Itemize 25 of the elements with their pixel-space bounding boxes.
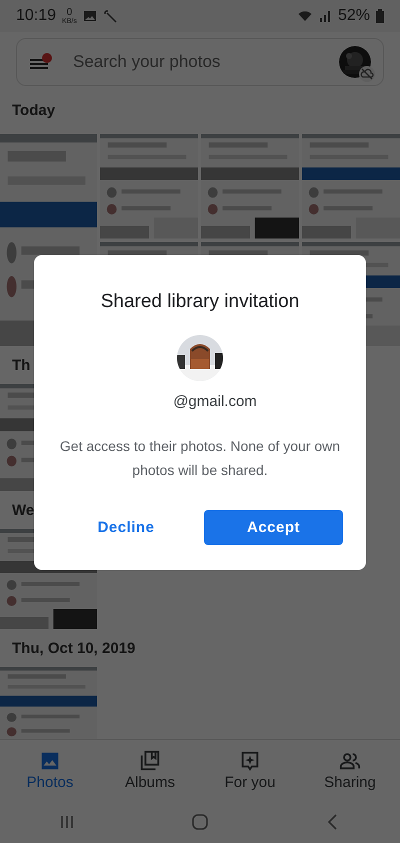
date-heading: Thu, Oct 10, 2019 — [12, 640, 136, 656]
albums-icon — [139, 750, 161, 772]
decline-button[interactable]: Decline — [66, 510, 186, 545]
nav-tab[interactable]: For you — [200, 740, 300, 800]
account-email: @gmail.com — [173, 393, 257, 410]
nav-tab[interactable]: Photos — [0, 740, 100, 800]
nav-tab[interactable]: Sharing — [300, 740, 400, 800]
accept-button[interactable]: Accept — [204, 510, 343, 545]
magic-wand-icon — [102, 9, 117, 23]
menu-icon[interactable] — [29, 52, 53, 72]
search-bar[interactable]: Search your photos — [16, 38, 384, 86]
date-heading: Today — [12, 102, 56, 118]
nav-tab[interactable]: Albums — [100, 740, 200, 800]
dialog-message: Get access to their photos. None of your own photos will be shared. — [58, 437, 342, 480]
battery-icon — [376, 9, 384, 23]
battery-level: 52% — [338, 7, 370, 25]
wifi-icon — [298, 9, 312, 23]
search-field[interactable]: Search your photos — [71, 51, 321, 73]
signal-icon — [318, 9, 332, 23]
image-icon — [82, 9, 97, 23]
date-heading: Th — [12, 356, 30, 374]
sparkle-icon — [239, 750, 261, 772]
status-time: 10:19 — [16, 7, 56, 25]
date-heading: We — [12, 502, 34, 518]
home-icon[interactable] — [190, 812, 209, 830]
